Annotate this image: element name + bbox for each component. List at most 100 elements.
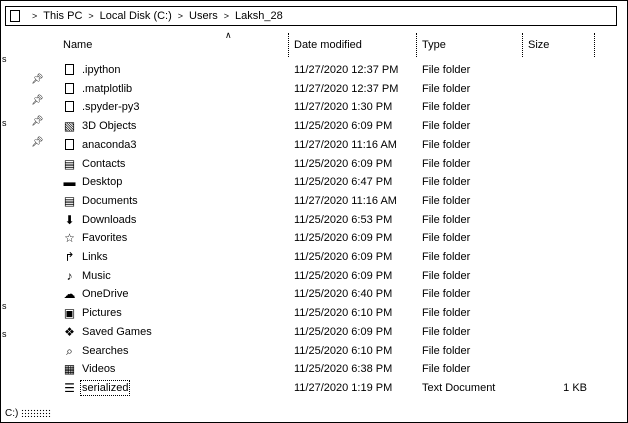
file-row[interactable]: ❖ Saved Games 11/25/2020 6:09 PM File folde… (57, 323, 597, 342)
column-date-modified[interactable]: Date modified (294, 39, 362, 51)
breadcrumb-this-pc[interactable]: This PC (43, 10, 82, 22)
file-date-modified: 11/25/2020 6:09 PM (294, 251, 393, 263)
breadcrumb-current-folder[interactable]: Laksh_28 (235, 10, 283, 22)
file-row[interactable]: ↱ Links 11/25/2020 6:09 PM File folder (57, 248, 597, 267)
chevron-right-icon[interactable]: > (224, 11, 229, 21)
file-name: Contacts (82, 157, 126, 170)
file-type: File folder (422, 251, 471, 263)
nav-edge-glyph: s (2, 54, 7, 64)
column-divider[interactable] (416, 33, 418, 57)
file-date-modified: 11/25/2020 6:09 PM (294, 269, 393, 282)
file-type: File folder (422, 82, 471, 95)
file-name: Music (82, 269, 111, 282)
file-type: File folder (422, 288, 471, 301)
file-row[interactable]: ▣ Pictures 11/25/2020 6:10 PM File folder (57, 304, 597, 323)
column-type[interactable]: Type (422, 39, 446, 51)
pin-icon[interactable]: 📌︎ (31, 117, 44, 127)
column-divider[interactable] (288, 33, 290, 57)
chevron-right-icon[interactable]: > (178, 11, 183, 21)
file-row[interactable]: ⌕ Searches 11/25/2020 6:10 PM File folder (57, 342, 597, 361)
file-name: Desktop (82, 176, 123, 189)
pin-icon[interactable]: 📌︎ (31, 96, 44, 106)
status-drive-text: C:) (5, 407, 19, 419)
file-type: Text Document (422, 381, 496, 394)
file-name: Pictures (82, 307, 122, 320)
file-date-modified: 11/25/2020 6:47 PM (294, 176, 393, 189)
file-row[interactable]: ⬇ Downloads 11/25/2020 6:53 PM File folder (57, 211, 597, 230)
file-name: serialized (79, 379, 131, 396)
file-row[interactable]: ☰ serialized 11/27/2020 1:19 PM Text Docume… (57, 379, 597, 398)
folder-icon (63, 138, 76, 152)
links-icon: ↱ (64, 250, 75, 264)
file-row[interactable]: ♪ Music 11/25/2020 6:09 PM File folder (57, 267, 597, 286)
pin-icon[interactable]: 📌︎ (31, 138, 44, 148)
file-type: File folder (422, 363, 471, 376)
chevron-right-icon[interactable]: > (88, 11, 93, 21)
folder-icon (63, 82, 76, 96)
column-divider[interactable] (522, 33, 524, 57)
file-row[interactable]: ▤ Documents 11/27/2020 11:16 AM File folder (57, 192, 597, 211)
file-date-modified: 11/25/2020 6:09 PM (294, 325, 393, 338)
file-name: Downloads (82, 213, 137, 226)
file-name: 3D Objects (82, 120, 137, 133)
file-type: File folder (422, 120, 471, 133)
sort-ascending-icon: ∧ (225, 30, 232, 40)
file-date-modified: 11/27/2020 11:16 AM (294, 138, 397, 151)
column-size[interactable]: Size (528, 39, 549, 51)
file-date-modified: 11/25/2020 6:10 PM (294, 344, 393, 357)
pin-icon[interactable]: 📌︎ (31, 75, 44, 85)
file-name: Documents (82, 194, 138, 207)
favorites-icon: ☆ (64, 231, 75, 246)
chevron-right-icon[interactable]: > (32, 11, 37, 21)
file-row[interactable]: .matplotlib 11/27/2020 12:37 PM File folde… (57, 80, 597, 99)
file-name: Favorites (82, 232, 128, 245)
file-type: File folder (422, 213, 471, 226)
searches-icon: ⌕ (66, 343, 73, 358)
nav-edge-glyph: s (2, 301, 7, 311)
file-date-modified: 11/27/2020 1:30 PM (294, 101, 393, 114)
file-row[interactable]: .ipython 11/27/2020 12:37 PM File folder (57, 61, 597, 80)
file-row[interactable]: ▬ Desktop 11/25/2020 6:47 PM File folder (57, 173, 597, 192)
breadcrumb-users[interactable]: Users (189, 10, 218, 22)
file-name: Searches (82, 344, 129, 357)
folder-icon (63, 101, 76, 114)
column-header: ∧ Name Date modified Type Size (57, 30, 597, 57)
file-date-modified: 11/25/2020 6:38 PM (294, 363, 393, 376)
downloads-icon: ⬇ (64, 212, 75, 227)
column-divider[interactable] (594, 33, 596, 57)
file-type: File folder (422, 194, 471, 207)
address-bar[interactable]: > This PC > Local Disk (C:) > Users > La… (5, 6, 617, 26)
file-type: File folder (422, 325, 471, 338)
music-icon: ♪ (66, 268, 73, 283)
file-row[interactable]: ▦ Videos 11/25/2020 6:38 PM File folder (57, 360, 597, 379)
contacts-icon: ▤ (63, 156, 76, 171)
file-date-modified: 11/25/2020 6:53 PM (294, 213, 393, 226)
file-row[interactable]: ▧ 3D Objects 11/25/2020 6:09 PM File folder (57, 117, 597, 136)
navigation-pane: s s s s 📌︎ 📌︎ 📌︎ 📌︎ (1, 31, 45, 403)
pictures-icon: ▣ (63, 306, 76, 321)
file-type: File folder (422, 138, 471, 151)
file-name: .matplotlib (82, 82, 133, 95)
file-name: OneDrive (82, 288, 129, 301)
file-date-modified: 11/25/2020 6:10 PM (294, 307, 393, 320)
file-date-modified: 11/25/2020 6:09 PM (294, 157, 393, 170)
desktop-icon: ▬ (63, 175, 76, 190)
file-date-modified: 11/27/2020 11:16 AM (294, 194, 397, 207)
file-row[interactable]: .spyder-py3 11/27/2020 1:30 PM File folder (57, 98, 597, 117)
file-row[interactable]: anaconda3 11/27/2020 11:16 AM File folder (57, 136, 597, 155)
onedrive-icon: ☁ (63, 287, 76, 302)
file-name: anaconda3 (82, 138, 137, 151)
file-explorer-window: > This PC > Local Disk (C:) > Users > La… (0, 0, 628, 423)
file-type: File folder (422, 176, 471, 189)
file-name: .ipython (82, 64, 121, 76)
file-row[interactable]: ▤ Contacts 11/25/2020 6:09 PM File folder (57, 155, 597, 174)
file-row[interactable]: ☁ OneDrive 11/25/2020 6:40 PM File folder (57, 285, 597, 304)
breadcrumb-local-disk[interactable]: Local Disk (C:) (100, 10, 172, 22)
column-name[interactable]: Name (63, 39, 92, 51)
file-date-modified: 11/27/2020 12:37 PM (294, 64, 399, 76)
status-bar: C:) (5, 406, 52, 420)
file-type: File folder (422, 269, 471, 282)
file-row[interactable]: ☆ Favorites 11/25/2020 6:09 PM File folder (57, 229, 597, 248)
file-name: Saved Games (82, 325, 152, 338)
file-type: File folder (422, 157, 471, 170)
